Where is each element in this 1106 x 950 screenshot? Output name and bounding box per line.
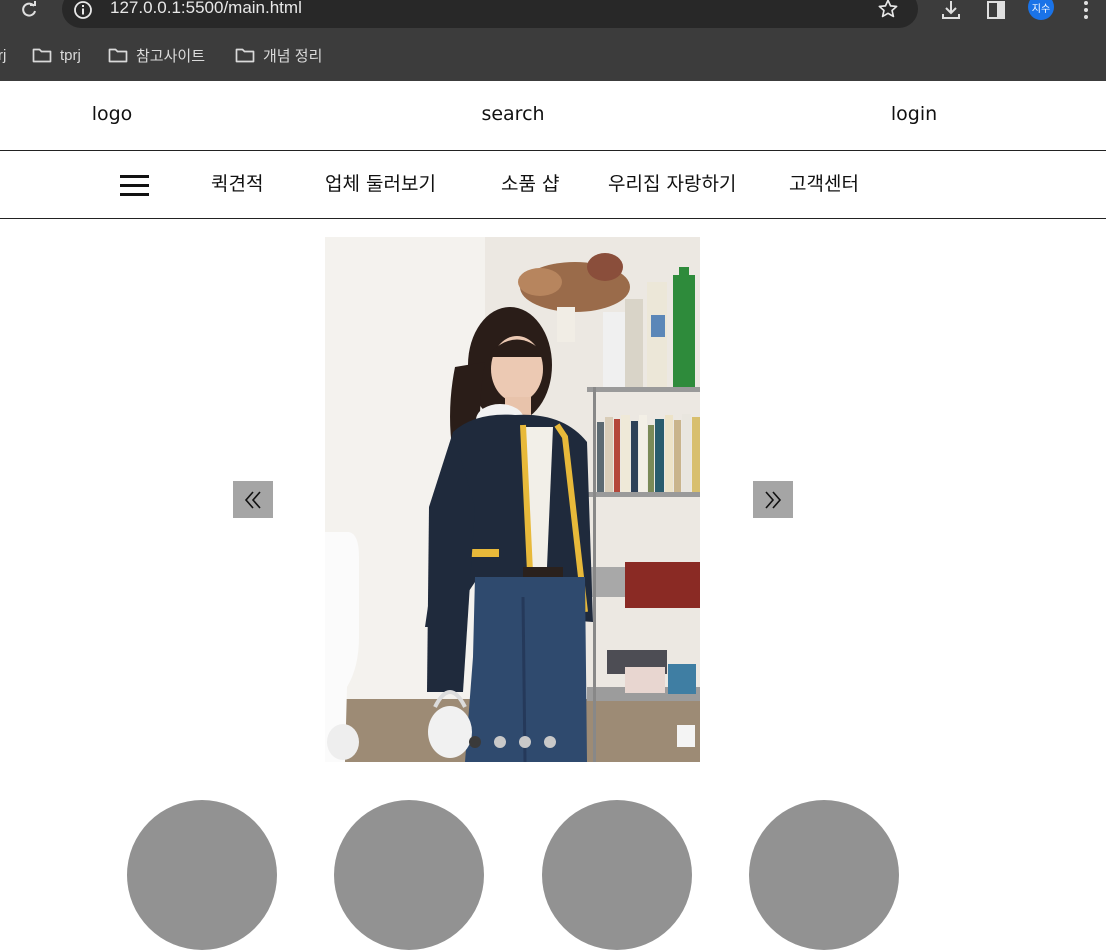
browser-toolbar: 127.0.0.1:5500/main.html 지수 bbox=[0, 0, 1106, 28]
slider-prev-button[interactable] bbox=[233, 481, 273, 518]
slider-next-button[interactable] bbox=[753, 481, 793, 518]
bookmark-item[interactable]: rj bbox=[0, 44, 6, 66]
nav-item-quick-estimate[interactable]: 퀵견적 bbox=[211, 169, 263, 196]
bookmark-folder-concepts[interactable]: 개념 정리 bbox=[235, 44, 322, 66]
category-circle-2[interactable] bbox=[334, 800, 484, 950]
hamburger-menu-icon[interactable] bbox=[120, 175, 149, 197]
bookmark-label: 참고사이트 bbox=[136, 47, 206, 65]
bookmark-star-icon[interactable] bbox=[876, 0, 900, 21]
nav-item-home-showcase[interactable]: 우리집 자랑하기 bbox=[608, 169, 736, 196]
slide-photo bbox=[325, 237, 700, 762]
folder-icon bbox=[108, 47, 128, 63]
address-bar[interactable]: 127.0.0.1:5500/main.html bbox=[62, 0, 918, 28]
bookmark-folder-reference-sites[interactable]: 참고사이트 bbox=[108, 44, 205, 66]
bookmark-label: 개념 정리 bbox=[263, 47, 323, 65]
category-circle-4[interactable] bbox=[749, 800, 899, 950]
site-header: logo search login bbox=[0, 81, 1106, 150]
bookmark-label: tprj bbox=[60, 46, 81, 64]
double-chevron-left-icon bbox=[244, 490, 261, 509]
nav-item-customer-center[interactable]: 고객센터 bbox=[789, 169, 859, 196]
url-text[interactable]: 127.0.0.1:5500/main.html bbox=[110, 0, 302, 18]
menu-dots-icon[interactable] bbox=[1074, 0, 1098, 22]
slider-dot-3[interactable] bbox=[519, 736, 531, 748]
folder-icon bbox=[32, 47, 52, 63]
double-chevron-right-icon bbox=[765, 490, 782, 509]
category-circle-3[interactable] bbox=[542, 800, 692, 950]
bookmarks-bar: rj tprj 참고사이트 개념 정리 bbox=[0, 28, 1106, 81]
folder-icon bbox=[235, 47, 255, 63]
category-circle-1[interactable] bbox=[127, 800, 277, 950]
bookmark-folder-tprj[interactable]: tprj bbox=[32, 44, 81, 66]
slider-pagination bbox=[325, 736, 700, 750]
main-nav: 퀵견적 업체 둘러보기 소품 샵 우리집 자랑하기 고객센터 bbox=[0, 151, 1106, 218]
slider-dot-1[interactable] bbox=[469, 736, 481, 748]
bookmark-label: rj bbox=[0, 46, 7, 64]
image-slider[interactable] bbox=[325, 237, 700, 762]
login-link[interactable]: login bbox=[891, 103, 937, 125]
search-link[interactable]: search bbox=[481, 103, 544, 125]
site-info-icon[interactable] bbox=[72, 0, 94, 21]
profile-avatar[interactable]: 지수 bbox=[1028, 0, 1054, 20]
nav-divider bbox=[0, 218, 1106, 219]
reload-icon[interactable] bbox=[18, 0, 40, 20]
nav-item-prop-shop[interactable]: 소품 샵 bbox=[501, 169, 559, 196]
logo-link[interactable]: logo bbox=[92, 103, 133, 125]
slider-dot-4[interactable] bbox=[544, 736, 556, 748]
download-icon[interactable] bbox=[938, 0, 964, 22]
nav-item-browse-companies[interactable]: 업체 둘러보기 bbox=[325, 169, 436, 196]
slider-dot-2[interactable] bbox=[494, 736, 506, 748]
side-panel-icon[interactable] bbox=[984, 0, 1008, 22]
